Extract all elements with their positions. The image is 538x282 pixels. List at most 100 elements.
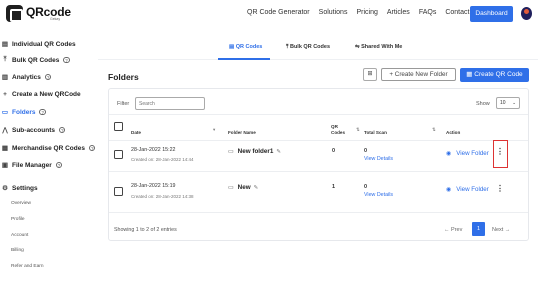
list-icon: ▤ <box>229 44 235 50</box>
show-label: Show <box>476 101 490 107</box>
edit-icon[interactable]: ✎ <box>276 149 281 155</box>
tab-qr-codes[interactable]: ▤ QR Codes <box>229 44 262 50</box>
page-size-select[interactable]: 10 ⌄ <box>496 97 520 109</box>
upload-icon: ⤒ <box>3 56 7 63</box>
dashboard-button[interactable]: Dashboard <box>470 6 513 22</box>
prev-label: Prev <box>451 227 463 233</box>
qr-logo-icon <box>6 5 23 22</box>
row-date: 28-Jan-2022 15:22 <box>131 147 176 153</box>
view-folder-link[interactable]: ◉ View Folder <box>446 150 489 157</box>
entries-info: Showing 1 to 2 of 2 entries <box>114 227 177 233</box>
gear-icon: ⚙ <box>2 185 8 192</box>
divider <box>109 114 528 115</box>
qr-codes-count: 0 <box>332 148 336 154</box>
folder-icon: ▭ <box>228 185 234 191</box>
sidebar-subitem-billing[interactable]: Billing <box>11 248 24 253</box>
view-folder-link[interactable]: ◉ View Folder <box>446 186 489 193</box>
nav-link-qr-code-generator[interactable]: QR Code Generator <box>247 9 310 16</box>
sidebar-item-label: Sub-accounts <box>12 126 55 134</box>
sidebar-item-individual-qr-codes[interactable]: ▤ Individual QR Codes <box>0 40 76 49</box>
divider <box>109 140 528 141</box>
help-icon[interactable]: ? <box>58 126 66 134</box>
tabs-divider <box>98 59 538 60</box>
folder-name-cell[interactable]: ▭ New folder1 ✎ <box>228 148 281 155</box>
folder-name: New <box>237 184 251 191</box>
sidebar-subitem-account[interactable]: Account <box>11 233 28 238</box>
column-header-qr-codes[interactable]: QR Codes <box>331 124 353 136</box>
page-1-button[interactable]: 1 <box>472 222 485 236</box>
sidebar-subitem-profile[interactable]: Profile <box>11 217 25 222</box>
more-options-icon[interactable]: ⋮ <box>496 184 504 193</box>
sidebar-item-analytics[interactable]: ▥ Analytics ? <box>0 73 52 81</box>
eye-icon: ◉ <box>446 151 452 157</box>
nav-link-articles[interactable]: Articles <box>387 9 410 16</box>
sidebar-item-bulk-qr-codes[interactable]: ⤒ Bulk QR Codes ? <box>0 56 70 64</box>
create-new-folder-button[interactable]: + Create New Folder <box>381 68 456 81</box>
folders-table-card <box>108 88 529 241</box>
page-size-value: 10 <box>500 100 506 106</box>
tab-shared-with-me[interactable]: ⇋ Shared With Me <box>355 44 402 50</box>
sidebar-item-label: Merchandise QR Codes <box>12 144 85 152</box>
sidebar-item-create-qrcode[interactable]: + Create a New QRCode <box>0 91 81 98</box>
create-qr-code-button[interactable]: ▦ Create QR Code <box>460 68 529 82</box>
sidebar-item-label: Folders <box>12 108 36 116</box>
total-scan-count: 0 <box>364 148 368 154</box>
sort-icon[interactable]: ⇅ <box>356 127 360 133</box>
grid-icon: ⊞ <box>367 71 373 77</box>
view-folder-label: View Folder <box>456 150 489 157</box>
folder-icon: ▭ <box>1 109 9 116</box>
folder-name-cell[interactable]: ▭ New ✎ <box>228 184 258 191</box>
chevron-down-icon: ⌄ <box>512 100 516 105</box>
column-header-total-scan[interactable]: Total Scan <box>364 130 387 136</box>
column-header-date[interactable]: Date <box>131 130 141 136</box>
sidebar-subitem-refer-and-earn[interactable]: Refer and Earn <box>11 264 44 269</box>
edit-icon[interactable]: ✎ <box>254 185 259 191</box>
tab-bulk-qr-codes[interactable]: ⤒ Bulk QR Codes <box>286 44 330 51</box>
plus-icon: + <box>3 91 7 98</box>
help-icon[interactable]: ? <box>39 108 46 116</box>
search-input[interactable] <box>135 97 205 110</box>
divider <box>109 212 528 213</box>
sidebar-item-merchandise-qr-codes[interactable]: ▦ Merchandise QR Codes ? <box>0 144 96 152</box>
brand-logo[interactable]: QRcode Gekay <box>6 5 71 22</box>
view-details-link[interactable]: View Details <box>364 192 393 198</box>
eye-icon: ◉ <box>446 187 452 193</box>
sidebar-item-settings[interactable]: ⚙ Settings <box>0 184 38 193</box>
select-all-checkbox[interactable] <box>114 122 123 131</box>
column-header-folder-name[interactable]: Folder Name <box>228 130 256 136</box>
nav-link-faqs[interactable]: FAQs <box>419 9 437 16</box>
button-label: Create New Folder <box>394 71 448 78</box>
filter-label: Filter <box>117 101 130 107</box>
tab-label: Shared With Me <box>361 44 403 50</box>
sidebar-item-folders[interactable]: ▭ Folders ? <box>0 108 46 116</box>
nav-link-solutions[interactable]: Solutions <box>319 9 348 16</box>
sidebar-item-label: Create a New QRCode <box>12 91 81 98</box>
plus-icon: + <box>389 71 394 78</box>
help-icon[interactable]: ? <box>44 73 52 81</box>
folder-icon: ▭ <box>228 149 234 155</box>
nav-link-pricing[interactable]: Pricing <box>356 9 377 16</box>
row-checkbox[interactable] <box>114 150 123 159</box>
grid-view-button[interactable]: ⊞ <box>363 68 377 81</box>
top-navbar: QRcode Gekay QR Code Generator Solutions… <box>0 0 538 28</box>
help-icon[interactable]: ? <box>55 161 63 169</box>
divider <box>109 171 528 172</box>
help-icon[interactable]: ? <box>88 144 96 152</box>
prev-page-button[interactable]: ← Prev <box>444 227 462 233</box>
tab-label: QR Codes <box>235 44 263 50</box>
sort-icon[interactable]: ▾ <box>213 127 215 133</box>
help-icon[interactable]: ? <box>63 56 70 64</box>
row-checkbox[interactable] <box>114 187 123 196</box>
view-details-link[interactable]: View Details <box>364 156 393 162</box>
qr-icon: ▦ <box>466 71 473 78</box>
sidebar-item-sub-accounts[interactable]: ⋀ Sub-accounts ? <box>0 126 66 134</box>
folder-name: New folder1 <box>237 148 274 155</box>
row-created: Created on: 28-Jan-2022 14:44 <box>131 157 194 162</box>
avatar[interactable] <box>521 7 532 20</box>
sort-icon[interactable]: ⇅ <box>432 127 436 133</box>
next-page-button[interactable]: Next → <box>492 227 510 233</box>
active-tab-indicator <box>218 58 270 60</box>
sidebar-item-file-manager[interactable]: ▣ File Manager ? <box>0 161 63 169</box>
sidebar-subitem-overview[interactable]: Overview <box>11 201 31 206</box>
tab-label: Bulk QR Codes <box>289 44 331 50</box>
